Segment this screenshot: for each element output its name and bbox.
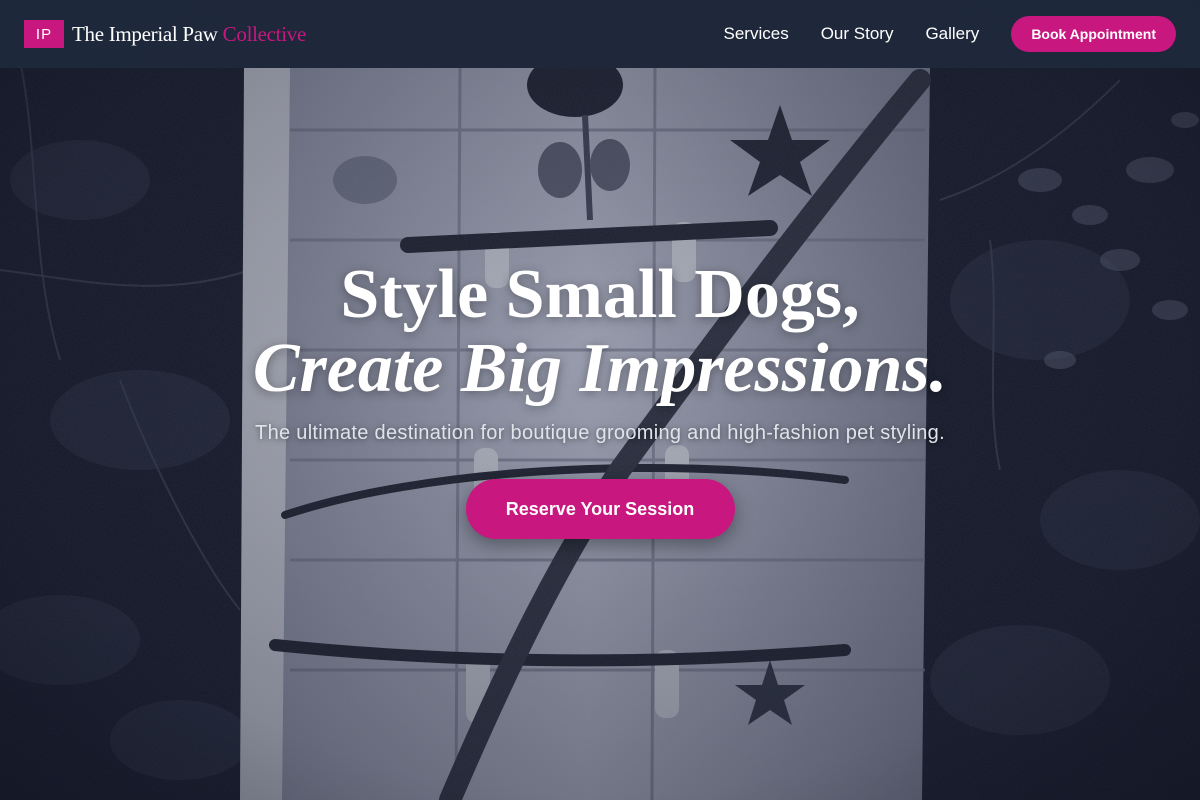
hero-section: Style Small Dogs, Create Big Impressions… xyxy=(0,0,1200,800)
nav-link-our-story[interactable]: Our Story xyxy=(821,24,894,44)
brand-name: The Imperial Paw Collective xyxy=(72,22,306,47)
brand-name-main: The Imperial Paw xyxy=(72,21,218,46)
hero-headline-line-2: Create Big Impressions. xyxy=(252,330,948,407)
nav-link-services[interactable]: Services xyxy=(724,24,789,44)
hero-content: Style Small Dogs, Create Big Impressions… xyxy=(0,258,1200,539)
nav-link-gallery[interactable]: Gallery xyxy=(925,24,979,44)
main-navigation: Services Our Story Gallery Book Appointm… xyxy=(724,16,1176,52)
hero-headline-line-1: Style Small Dogs, xyxy=(340,256,860,333)
top-navbar: IP The Imperial Paw Collective Services O… xyxy=(0,0,1200,68)
hero-subtitle: The ultimate destination for boutique gr… xyxy=(255,422,945,444)
hero-headline: Style Small Dogs, Create Big Impressions… xyxy=(0,258,1200,406)
logo-badge: IP xyxy=(24,20,64,48)
brand-logo[interactable]: IP The Imperial Paw Collective xyxy=(24,20,306,48)
book-appointment-button[interactable]: Book Appointment xyxy=(1011,16,1176,52)
reserve-session-button[interactable]: Reserve Your Session xyxy=(465,479,735,539)
brand-name-accent: Collective xyxy=(222,21,307,46)
